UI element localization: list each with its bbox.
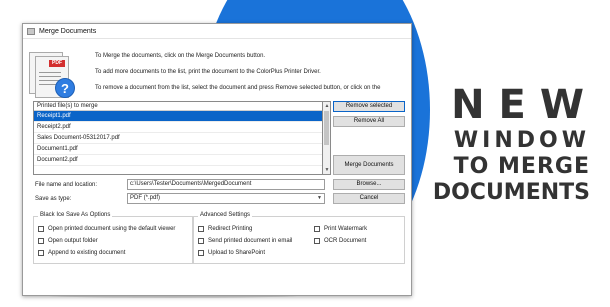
merge-documents-window: Merge Documents PDF ? To Merge the docum… xyxy=(22,23,412,296)
checkbox-append-existing[interactable]: Append to existing document xyxy=(38,250,125,256)
save-as-select[interactable]: PDF (*.pdf) ▼ xyxy=(127,193,325,204)
checkbox-label: Open output folder xyxy=(48,238,98,244)
list-item[interactable]: Sales Document-05312017.pdf xyxy=(34,133,322,144)
checkbox-redirect-printing[interactable]: Redirect Printing xyxy=(198,226,252,232)
file-name-input[interactable]: c:\Users\Tester\Documents\MergedDocument xyxy=(127,179,325,190)
advanced-settings-title: Advanced Settings xyxy=(198,212,253,218)
list-header: Printed file(s) to merge xyxy=(34,102,322,111)
instruction-add: To add more documents to the list, print… xyxy=(95,69,321,75)
list-item[interactable]: Document1.pdf xyxy=(34,144,322,155)
checkbox-label: Append to existing document xyxy=(48,250,126,256)
save-as-value: PDF (*.pdf) xyxy=(130,195,161,201)
instruction-remove: To remove a document from the list, sele… xyxy=(95,85,381,91)
checkbox-icon[interactable] xyxy=(38,238,44,244)
headline-documents: DOCUMENTS xyxy=(432,180,590,205)
advanced-settings-group: Advanced Settings Redirect Printing Send… xyxy=(193,212,405,264)
save-as-options-title: Black Ice Save As Options xyxy=(38,212,113,218)
checkbox-icon[interactable] xyxy=(38,226,44,232)
instruction-merge: To Merge the documents, click on the Mer… xyxy=(95,53,266,59)
scroll-down-icon[interactable]: ▼ xyxy=(324,167,330,173)
checkbox-label: Print Watermark xyxy=(324,226,368,232)
list-item[interactable]: Receipt1.pdf xyxy=(34,111,322,122)
checkbox-upload-sharepoint[interactable]: Upload to SharePoint xyxy=(198,250,265,256)
list-item[interactable]: Receipt2.pdf xyxy=(34,122,322,133)
checkbox-label: Send printed document in email xyxy=(208,238,293,244)
checkbox-icon[interactable] xyxy=(198,250,204,256)
help-icon: ? xyxy=(55,78,75,98)
browse-button[interactable]: Browse... xyxy=(333,179,405,190)
scroll-thumb[interactable] xyxy=(324,111,329,145)
window-title: Merge Documents xyxy=(39,27,97,35)
checkbox-ocr-document[interactable]: OCR Document xyxy=(314,238,366,244)
remove-selected-button[interactable]: Remove selected xyxy=(333,101,405,112)
list-item[interactable]: Document2.pdf xyxy=(34,155,322,166)
pdf-badge: PDF xyxy=(49,60,65,67)
chevron-down-icon: ▼ xyxy=(317,195,322,201)
checkbox-label: Redirect Printing xyxy=(208,226,253,232)
checkbox-open-output-folder[interactable]: Open output folder xyxy=(38,238,98,244)
checkbox-label: Open printed document using the default … xyxy=(48,226,176,232)
checkbox-open-default-viewer[interactable]: Open printed document using the default … xyxy=(38,226,175,232)
checkbox-send-email[interactable]: Send printed document in email xyxy=(198,238,292,244)
list-scrollbar[interactable]: ▲ ▼ xyxy=(323,101,331,175)
remove-all-button[interactable]: Remove All xyxy=(333,116,405,127)
headline-to-merge: TO MERGE xyxy=(453,154,590,179)
checkbox-icon[interactable] xyxy=(38,250,44,256)
checkbox-label: Upload to SharePoint xyxy=(208,250,266,256)
save-as-label: Save as type: xyxy=(35,196,72,202)
checkbox-icon[interactable] xyxy=(198,238,204,244)
checkbox-icon[interactable] xyxy=(314,226,320,232)
scroll-up-icon[interactable]: ▲ xyxy=(324,103,330,109)
merge-documents-icon: PDF ? xyxy=(29,52,77,102)
file-name-label: File name and location: xyxy=(35,182,98,188)
checkbox-print-watermark[interactable]: Print Watermark xyxy=(314,226,367,232)
app-icon xyxy=(27,27,35,35)
checkbox-icon[interactable] xyxy=(314,238,320,244)
checkbox-label: OCR Document xyxy=(324,238,367,244)
headline-window: WINDOW xyxy=(453,128,590,153)
cancel-button[interactable]: Cancel xyxy=(333,193,405,204)
headline-new: NEW xyxy=(451,82,598,128)
save-as-options-group: Black Ice Save As Options Open printed d… xyxy=(33,212,193,264)
title-bar: Merge Documents xyxy=(23,24,411,39)
checkbox-icon[interactable] xyxy=(198,226,204,232)
merge-documents-button[interactable]: Merge Documents xyxy=(333,155,405,175)
printed-files-list[interactable]: Printed file(s) to merge Receipt1.pdf Re… xyxy=(33,101,323,175)
